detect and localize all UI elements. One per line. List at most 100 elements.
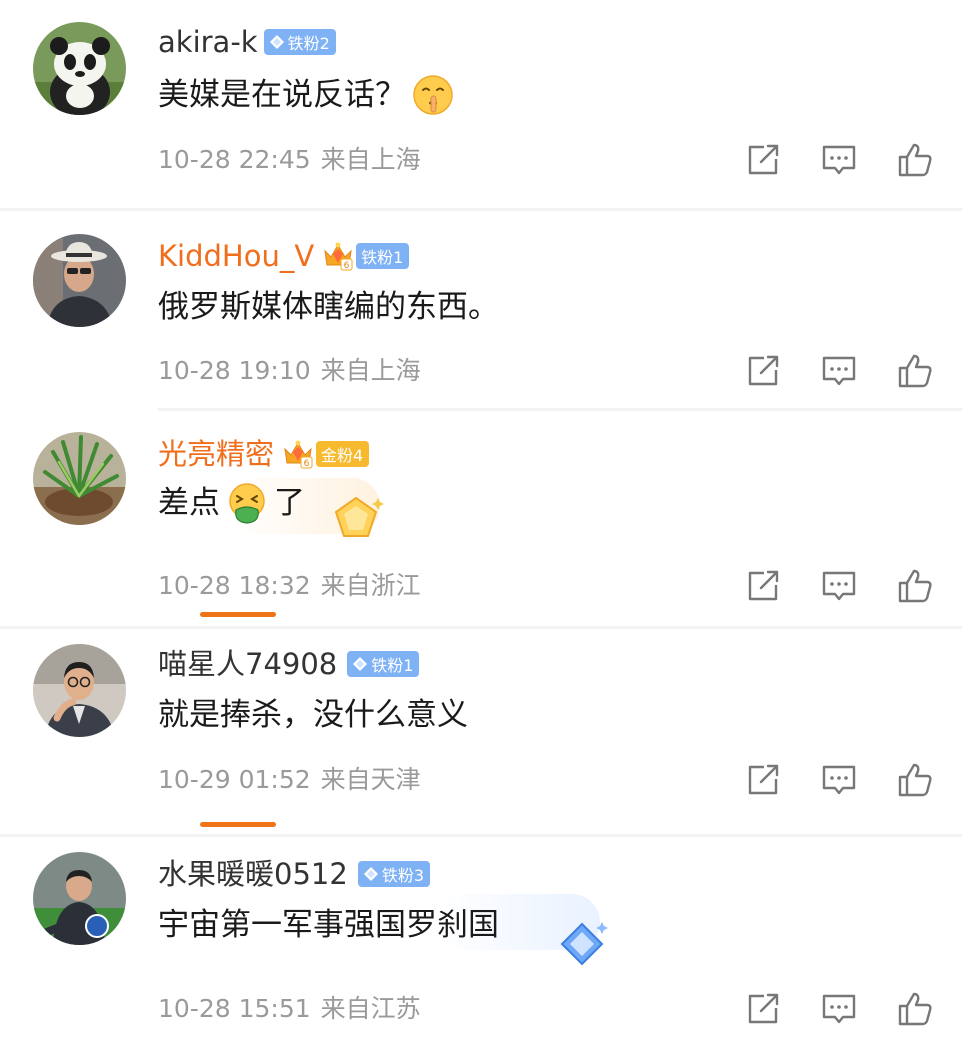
thumbs-up-icon	[896, 567, 934, 605]
divider	[158, 408, 962, 411]
share-button[interactable]	[744, 567, 782, 605]
fan-badge[interactable]: 铁粉1	[356, 243, 410, 269]
scroll-indicator	[200, 822, 276, 827]
man-hat-avatar-icon	[33, 234, 126, 327]
diamond-icon	[363, 866, 379, 882]
fan-badge[interactable]: 铁粉1	[347, 651, 420, 677]
location: 来自天津	[320, 765, 421, 794]
avatar[interactable]	[33, 234, 126, 327]
avatar[interactable]	[33, 22, 126, 115]
comment-actions	[744, 567, 934, 605]
plant-avatar-icon	[33, 432, 126, 525]
gold-gem-decoration-icon	[326, 492, 386, 548]
like-button[interactable]	[896, 761, 934, 799]
divider	[0, 626, 962, 629]
name-row: 喵星人74908 铁粉1	[158, 642, 420, 686]
comment-icon	[820, 567, 858, 605]
reply-button[interactable]	[820, 352, 858, 390]
blue-gem-decoration-icon	[552, 916, 612, 972]
man-field-avatar-icon	[33, 852, 126, 945]
crown-icon	[322, 241, 354, 271]
comment-actions	[744, 990, 934, 1028]
share-button[interactable]	[744, 761, 782, 799]
fan-badge-label: 铁粉1	[361, 248, 404, 267]
location: 来自江苏	[320, 994, 421, 1023]
vomiting-face-emoji-icon	[226, 482, 268, 524]
share-icon	[744, 990, 782, 1028]
username[interactable]: 水果暖暖0512	[158, 852, 348, 896]
comment-text: 俄罗斯媒体瞎编的东西。	[158, 289, 499, 325]
shushing-face-emoji-icon	[412, 74, 454, 116]
share-button[interactable]	[744, 990, 782, 1028]
comment-icon	[820, 141, 858, 179]
comment-actions	[744, 352, 934, 390]
reply-button[interactable]	[820, 567, 858, 605]
fan-badge-label: 铁粉3	[381, 866, 424, 885]
comment-actions	[744, 761, 934, 799]
comment-meta: 10-28 22:45 来自上海	[158, 142, 421, 178]
comment-item-5: 水果暖暖0512 铁粉3 宇宙第一军事强国罗刹国 10-28 15:51 来自江苏	[0, 834, 962, 1050]
comment-meta: 10-28 15:51 来自江苏	[158, 991, 421, 1027]
name-row: akira-k 铁粉2	[158, 20, 336, 64]
comment-item-1: akira-k 铁粉2 美媒是在说反话？ 10-28 22:45 来自上海	[0, 0, 962, 200]
diamond-icon	[352, 656, 368, 672]
username[interactable]: akira-k	[158, 20, 258, 64]
crown-icon	[282, 439, 314, 469]
reply-button[interactable]	[820, 990, 858, 1028]
avatar[interactable]	[33, 852, 126, 945]
name-row: 光亮精密 金粉4	[158, 432, 370, 476]
share-button[interactable]	[744, 141, 782, 179]
timestamp: 10-29 01:52	[158, 765, 311, 794]
comment-text: 宇宙第一军事强国罗刹国	[158, 907, 499, 943]
like-button[interactable]	[896, 567, 934, 605]
comment-meta: 10-28 19:10 来自上海	[158, 353, 421, 389]
comment-icon	[820, 761, 858, 799]
comment-meta: 10-29 01:52 来自天津	[158, 762, 421, 798]
location: 来自浙江	[320, 571, 421, 600]
comment-actions	[744, 141, 934, 179]
thumbs-up-icon	[896, 761, 934, 799]
divider	[0, 834, 962, 837]
fan-badge[interactable]: 铁粉2	[263, 29, 336, 55]
scroll-indicator	[200, 612, 276, 617]
fan-badge[interactable]: 金粉4	[316, 441, 370, 467]
location: 来自上海	[320, 356, 421, 385]
avatar[interactable]	[33, 644, 126, 737]
name-row: KiddHou_V 铁粉1	[158, 234, 410, 278]
timestamp: 10-28 19:10	[158, 356, 311, 385]
share-icon	[744, 761, 782, 799]
panda-avatar-icon	[33, 22, 126, 115]
comment-item-4: 喵星人74908 铁粉1 就是捧杀，没什么意义 10-29 01:52 来自天津	[0, 626, 962, 830]
username[interactable]: KiddHou_V	[158, 234, 314, 278]
comment-meta: 10-28 18:32 来自浙江	[158, 568, 421, 604]
share-button[interactable]	[744, 352, 782, 390]
thumbs-up-icon	[896, 990, 934, 1028]
fan-badge-label: 铁粉1	[371, 656, 414, 675]
username[interactable]: 光亮精密	[158, 432, 274, 476]
like-button[interactable]	[896, 990, 934, 1028]
timestamp: 10-28 18:32	[158, 571, 311, 600]
like-button[interactable]	[896, 352, 934, 390]
name-row: 水果暖暖0512 铁粉3	[158, 852, 430, 896]
comment-item-2: KiddHou_V 铁粉1 俄罗斯媒体瞎编的东西。 10-28 19:10 来自上…	[0, 208, 962, 410]
avatar[interactable]	[33, 432, 126, 525]
man-glasses-avatar-icon	[33, 644, 126, 737]
share-icon	[744, 352, 782, 390]
comment-item-3: 光亮精密 金粉4 差点 了 10-28 18:32 来自浙江	[0, 408, 962, 628]
share-icon	[744, 141, 782, 179]
like-button[interactable]	[896, 141, 934, 179]
comment-icon	[820, 352, 858, 390]
reply-button[interactable]	[820, 761, 858, 799]
comment-text: 美媒是在说反话？	[158, 72, 460, 118]
timestamp: 10-28 22:45	[158, 145, 311, 174]
share-icon	[744, 567, 782, 605]
comment-text: 就是捧杀，没什么意义	[158, 697, 468, 733]
fan-badge-label: 金粉4	[321, 446, 364, 465]
fan-badge[interactable]: 铁粉3	[357, 861, 430, 887]
diamond-icon	[269, 34, 285, 50]
username[interactable]: 喵星人74908	[158, 642, 337, 686]
comment-icon	[820, 990, 858, 1028]
divider	[0, 208, 962, 211]
timestamp: 10-28 15:51	[158, 994, 311, 1023]
reply-button[interactable]	[820, 141, 858, 179]
